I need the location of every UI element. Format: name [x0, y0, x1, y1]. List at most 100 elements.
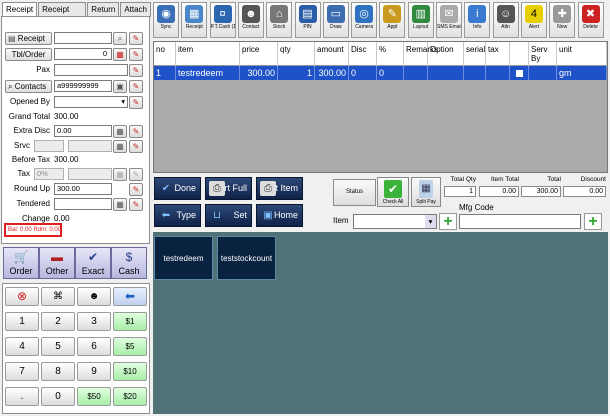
key-0[interactable]: 0: [41, 387, 75, 406]
key-7[interactable]: 7: [5, 362, 39, 381]
check-all-button[interactable]: ✔ Check All: [377, 177, 409, 207]
contacts-button[interactable]: ⌕ Contacts: [5, 80, 52, 93]
column-header[interactable]: price: [240, 42, 278, 66]
eraser-icon[interactable]: ✎: [129, 183, 143, 196]
tendered-input[interactable]: [54, 198, 112, 210]
column-header[interactable]: tax: [486, 42, 510, 66]
split-pay-button[interactable]: ▦ Split Pay: [411, 177, 441, 207]
order-button[interactable]: 🛒 Order: [3, 247, 39, 279]
column-header[interactable]: no: [154, 42, 176, 66]
toolbar-house-button[interactable]: ⌂ Stock: [266, 2, 293, 38]
tab-receipt-info[interactable]: Receipt Info: [38, 2, 87, 27]
calculator-icon[interactable]: ▦: [113, 125, 127, 138]
toolbar-alert-button[interactable]: 4 Alert: [520, 2, 547, 38]
opened-by-select[interactable]: ▾: [54, 96, 128, 108]
key-5[interactable]: 5: [41, 337, 75, 356]
mfg-code-input[interactable]: [459, 214, 581, 229]
toolbar-attn-button[interactable]: ☺ Attn: [492, 2, 519, 38]
column-header[interactable]: unit: [557, 42, 607, 66]
print-full-button[interactable]: ⎙ Prt Full: [205, 177, 252, 200]
key-2[interactable]: 2: [41, 312, 75, 331]
key-9[interactable]: 9: [77, 362, 111, 381]
eraser-icon[interactable]: ✎: [129, 96, 143, 109]
toolbar-eye-button[interactable]: ◉ Sync: [153, 2, 179, 38]
item-tile-testredeem[interactable]: testredeem: [154, 236, 213, 280]
key-4[interactable]: 4: [5, 337, 39, 356]
round-up-input[interactable]: 300.00: [54, 183, 112, 195]
extra-disc-input[interactable]: 0.00: [54, 125, 112, 137]
column-header[interactable]: Option: [428, 42, 464, 66]
column-header[interactable]: serial: [464, 42, 486, 66]
pax-input[interactable]: [54, 64, 128, 76]
row-checkbox[interactable]: [510, 66, 529, 80]
receipt-input[interactable]: [54, 32, 112, 44]
eraser-icon[interactable]: ✎: [129, 198, 143, 211]
eraser-icon[interactable]: ✎: [129, 64, 143, 77]
key-20-dollar[interactable]: $20: [113, 387, 147, 406]
other-button[interactable]: ▬ Other: [39, 247, 75, 279]
tab-return[interactable]: Return: [87, 2, 120, 17]
contacts-input[interactable]: a999999999: [54, 80, 112, 92]
toolbar-layout-button[interactable]: ▥ Layout: [407, 2, 434, 38]
home-button[interactable]: ▣ Home: [256, 204, 303, 227]
key-50-dollar[interactable]: $50: [77, 387, 111, 406]
table-row[interactable]: 1 testredeem 300.00 1 300.00 0 0 gm: [154, 66, 607, 80]
eraser-icon[interactable]: ✎: [129, 80, 143, 93]
tblorder-input[interactable]: 0: [54, 48, 112, 60]
eraser-icon[interactable]: ✎: [129, 125, 143, 138]
toolbar-cash-button[interactable]: ¤P.T.Cash (1280.00): [209, 2, 236, 38]
calculator-icon[interactable]: ▦: [113, 140, 127, 153]
key-5-dollar[interactable]: $5: [113, 337, 147, 356]
search-icon[interactable]: ⌕: [113, 32, 127, 45]
eraser-icon[interactable]: ✎: [129, 140, 143, 153]
receipt-button[interactable]: ▤ Receipt: [5, 32, 52, 45]
done-button[interactable]: ✔ Done: [154, 177, 201, 200]
column-header[interactable]: amount: [315, 42, 349, 66]
key-3[interactable]: 3: [77, 312, 111, 331]
contact-card-icon[interactable]: ▣: [113, 80, 127, 93]
toolbar-pen-button[interactable]: ✎ Appt: [379, 2, 406, 38]
calculator-icon[interactable]: ▦: [113, 198, 127, 211]
key-8[interactable]: 8: [41, 362, 75, 381]
column-header[interactable]: %: [377, 42, 404, 66]
column-header[interactable]: Serv By: [529, 42, 557, 66]
toolbar-grid-button[interactable]: ▦ Receipt: [181, 2, 208, 38]
key-1-dollar[interactable]: $1: [113, 312, 147, 331]
set-button[interactable]: ⊔ Set: [205, 204, 252, 227]
eraser-icon[interactable]: ✎: [129, 48, 143, 61]
key-dot[interactable]: .: [5, 387, 39, 406]
column-header[interactable]: [510, 42, 529, 66]
toolbar-pin-button[interactable]: ▤ PIN: [294, 2, 321, 38]
toolbar-camera-button[interactable]: ◎ Camera: [351, 2, 378, 38]
toolbar-delete-button[interactable]: ✖ Delete: [577, 2, 604, 38]
calendar-icon[interactable]: ▦: [113, 48, 127, 61]
key-10-dollar[interactable]: $10: [113, 362, 147, 381]
status-button[interactable]: Status: [333, 179, 376, 206]
toolbar-contact-button[interactable]: ☻ Contact: [237, 2, 264, 38]
type-button[interactable]: ⬅ Type: [154, 204, 201, 227]
cashier-icon[interactable]: ☻: [77, 287, 111, 306]
key-6[interactable]: 6: [77, 337, 111, 356]
toolbar-info-button[interactable]: i Info: [464, 2, 491, 38]
cancel-icon[interactable]: ⊗: [5, 287, 39, 306]
column-header[interactable]: Remarks: [404, 42, 438, 66]
exact-button[interactable]: ✔ Exact: [75, 247, 111, 279]
eraser-icon[interactable]: ✎: [129, 32, 143, 45]
toolbar-new-button[interactable]: ✚ New: [549, 2, 576, 38]
column-header[interactable]: Disc: [349, 42, 377, 66]
add-item-icon[interactable]: +: [439, 213, 457, 230]
toolbar-drawer-button[interactable]: ▭ Draw: [322, 2, 349, 38]
add-mfg-icon[interactable]: +: [584, 213, 602, 230]
key-1[interactable]: 1: [5, 312, 39, 331]
tblorder-button[interactable]: Tbl/Order: [5, 48, 52, 61]
coupon-icon[interactable]: ⌘: [41, 287, 75, 306]
item-tile-teststockcount[interactable]: teststockcount: [217, 236, 276, 280]
backspace-icon[interactable]: ⬅: [113, 287, 147, 306]
cash-button[interactable]: $ Cash: [111, 247, 147, 279]
item-select[interactable]: ▾: [353, 214, 437, 229]
toolbar-email-button[interactable]: ✉ SMS Email: [436, 2, 462, 38]
print-item-button[interactable]: ⎙ Prt Item: [256, 177, 303, 200]
column-header[interactable]: item: [176, 42, 240, 66]
column-header[interactable]: qty: [278, 42, 315, 66]
tab-attach[interactable]: Attach: [120, 2, 151, 17]
